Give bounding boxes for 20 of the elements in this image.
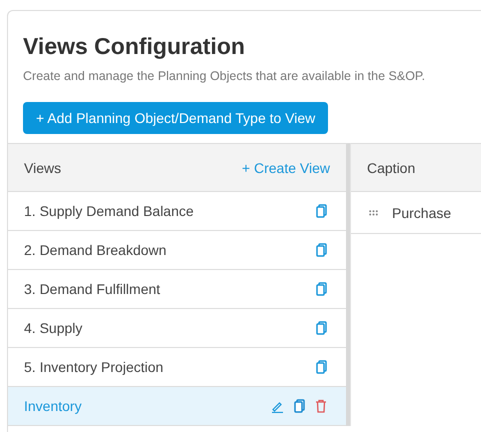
views-heading: Views	[24, 160, 62, 176]
copy-icon[interactable]	[294, 399, 305, 413]
view-label: Inventory	[24, 398, 83, 414]
copy-icon[interactable]	[316, 360, 327, 374]
caption-label: Purchase	[392, 204, 452, 220]
trash-icon[interactable]	[315, 399, 327, 413]
pencil-icon[interactable]	[271, 400, 284, 412]
page-subtitle: Create and manage the Planning Objects that are available in the S&OP.	[23, 69, 426, 83]
copy-icon[interactable]	[316, 204, 327, 218]
copy-icon[interactable]	[316, 282, 327, 296]
copy-icon[interactable]	[316, 321, 327, 335]
view-label: 2. Demand Breakdown	[24, 242, 168, 258]
caption-heading: Caption	[367, 160, 416, 176]
drag-handle-icon[interactable]	[369, 210, 378, 216]
view-label: 1. Supply Demand Balance	[24, 203, 195, 219]
view-label: 5. Inventory Projection	[24, 359, 164, 375]
page-title: Views Configuration	[23, 33, 246, 60]
view-label: 4. Supply	[24, 320, 84, 336]
copy-icon[interactable]	[316, 243, 327, 257]
view-label: 3. Demand Fulfillment	[24, 281, 162, 297]
